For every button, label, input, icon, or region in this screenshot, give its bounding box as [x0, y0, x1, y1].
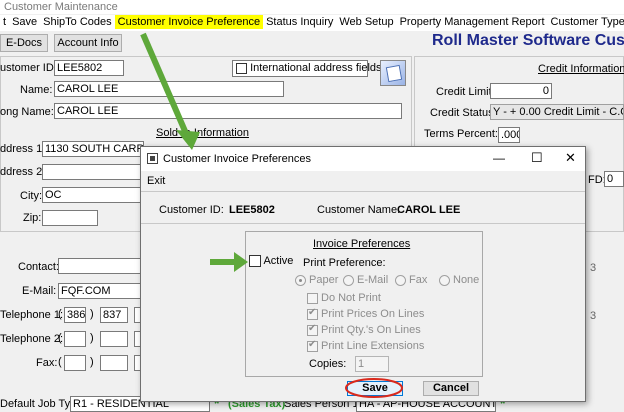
- arrow-to-dialog-icon: [140, 32, 200, 150]
- annotation-overlay: [140, 32, 403, 398]
- arrow-to-active-icon: [210, 252, 248, 272]
- save-highlight-circle: [345, 378, 403, 398]
